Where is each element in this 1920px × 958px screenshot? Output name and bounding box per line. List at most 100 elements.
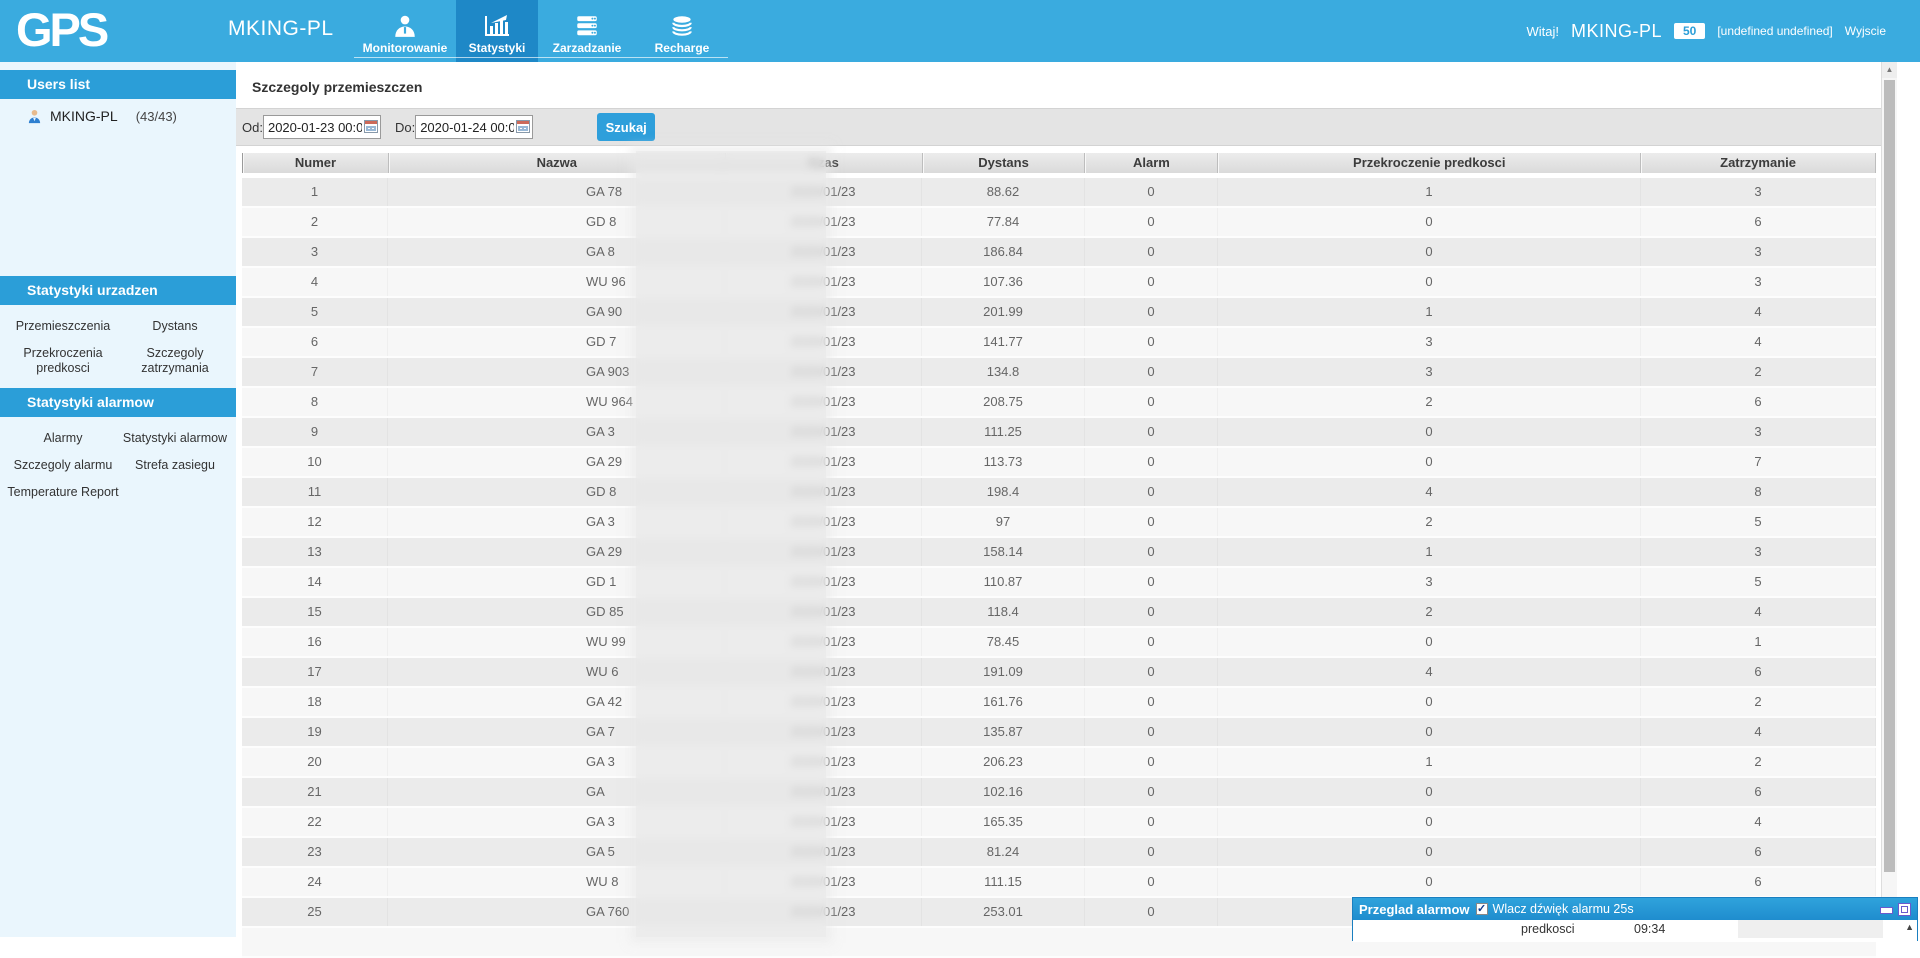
cell-dystans: 78.45 [922, 628, 1085, 656]
device-stats-links: PrzemieszczeniaDystansPrzekroczenia pred… [0, 305, 236, 386]
table-row[interactable]: 9GA 32020/01/23111.25003 [242, 418, 1876, 448]
sidebar-link-przemieszczenia[interactable]: Przemieszczenia [6, 319, 120, 334]
table-row[interactable]: 23GA 52020/01/2381.24006 [242, 838, 1876, 868]
cell-przekroczenie: 2 [1218, 508, 1641, 536]
vertical-scrollbar[interactable]: ▲ [1881, 62, 1897, 937]
calendar-icon[interactable] [364, 120, 378, 133]
search-button[interactable]: Szukaj [597, 113, 655, 141]
minimize-icon[interactable] [1880, 907, 1893, 914]
table-row[interactable]: 16WU 992020/01/2378.45001 [242, 628, 1876, 658]
cell-numer: 5 [242, 298, 388, 326]
cell-przekroczenie: 2 [1218, 388, 1641, 416]
table-row[interactable]: 21GA2020/01/23102.16006 [242, 778, 1876, 808]
cell-przekroczenie: 0 [1218, 448, 1641, 476]
sidebar-link-szczegoly-zatrzymania[interactable]: Szczegoly zatrzymania [120, 346, 230, 376]
count-badge[interactable]: 50 [1674, 23, 1705, 39]
table-row[interactable]: 15GD 852020/01/23118.4024 [242, 598, 1876, 628]
cell-alarm: 0 [1085, 778, 1218, 806]
popup-scroll-up-arrow[interactable]: ▲ [1905, 922, 1914, 932]
cell-alarm: 0 [1085, 598, 1218, 626]
tab-monitorowanie[interactable]: Monitorowanie [354, 0, 456, 62]
cell-dystans: 253.01 [922, 898, 1085, 926]
table-row[interactable]: 7GA 9032020/01/23134.8032 [242, 358, 1876, 388]
sidebar-link-strefa-zasiegu[interactable]: Strefa zasiegu [120, 458, 230, 473]
filter-toolbar: Od: Do: Szukaj [236, 108, 1920, 146]
sidebar-link-statystyki-alarmow[interactable]: Statystyki alarmow [120, 431, 230, 446]
cell-przekroczenie: 0 [1218, 628, 1641, 656]
tab-statystyki[interactable]: Statystyki [456, 0, 538, 62]
col-alarm[interactable]: Alarm [1085, 153, 1218, 173]
privacy-blur-overlay [636, 151, 826, 937]
cell-przekroczenie: 0 [1218, 718, 1641, 746]
top-header: GPS MKING-PL Monitorowanie Statystyki Za… [0, 0, 1920, 62]
cell-numer: 21 [242, 778, 388, 806]
table-row[interactable]: 1GA 782020/01/2388.62013 [242, 178, 1876, 208]
table-row[interactable]: 6GD 72020/01/23141.77034 [242, 328, 1876, 358]
table-row[interactable]: 24WU 82020/01/23111.15006 [242, 868, 1876, 898]
cell-alarm: 0 [1085, 298, 1218, 326]
tab-zarzadzanie[interactable]: Zarzadzanie [538, 0, 636, 62]
logout-link[interactable]: Wyjscie [1845, 24, 1886, 38]
alarm-sound-checkbox[interactable]: ✓ [1476, 903, 1488, 915]
tab-recharge[interactable]: Recharge [636, 0, 728, 62]
table-row[interactable]: 17WU 62020/01/23191.09046 [242, 658, 1876, 688]
cell-alarm: 0 [1085, 568, 1218, 596]
cell-zatrzymanie: 6 [1641, 658, 1876, 686]
table-row[interactable]: 18GA 422020/01/23161.76002 [242, 688, 1876, 718]
cell-zatrzymanie: 3 [1641, 418, 1876, 446]
cell-zatrzymanie: 2 [1641, 748, 1876, 776]
cell-przekroczenie: 0 [1218, 808, 1641, 836]
table-row[interactable]: 13GA 292020/01/23158.14013 [242, 538, 1876, 568]
sidebar-link-szczegoly-alarmu[interactable]: Szczegoly alarmu [6, 458, 120, 473]
tab-label: Zarzadzanie [553, 42, 622, 55]
cell-zatrzymanie: 5 [1641, 508, 1876, 536]
sidebar-link-dystans[interactable]: Dystans [120, 319, 230, 334]
cell-zatrzymanie: 4 [1641, 598, 1876, 626]
table-row[interactable]: 2GD 82020/01/2377.84006 [242, 208, 1876, 238]
table-row[interactable]: 3GA 82020/01/23186.84003 [242, 238, 1876, 268]
table-row[interactable]: 8WU 9642020/01/23208.75026 [242, 388, 1876, 418]
scrollbar-thumb[interactable] [1884, 80, 1895, 872]
sidebar-user-mking-pl[interactable]: MKING-PL (43/43) [0, 99, 236, 124]
col-zatrzymanie[interactable]: Zatrzymanie [1641, 153, 1876, 173]
cell-przekroczenie: 1 [1218, 748, 1641, 776]
cell-zatrzymanie: 2 [1641, 358, 1876, 386]
cell-przekroczenie: 0 [1218, 868, 1641, 896]
server-icon [574, 10, 600, 42]
cell-zatrzymanie: 3 [1641, 268, 1876, 296]
users-list-header: Users list [0, 70, 236, 99]
cell-dystans: 158.14 [922, 538, 1085, 566]
cell-numer: 12 [242, 508, 388, 536]
cell-przekroczenie: 0 [1218, 418, 1641, 446]
alarm-time: 09:34 [1634, 920, 1665, 938]
table-row[interactable]: 20GA 32020/01/23206.23012 [242, 748, 1876, 778]
col-numer[interactable]: Numer [243, 153, 389, 173]
sidebar-link-temperature-report[interactable]: Temperature Report [6, 485, 120, 500]
scroll-up-arrow[interactable]: ▲ [1882, 62, 1897, 78]
page-title: Szczegoly przemieszczen [236, 62, 1920, 108]
calendar-icon[interactable] [516, 120, 530, 133]
cell-przekroczenie: 2 [1218, 598, 1641, 626]
table-row[interactable]: 4WU 962020/01/23107.36003 [242, 268, 1876, 298]
cell-alarm: 0 [1085, 478, 1218, 506]
table-row[interactable]: 11GD 82020/01/23198.4048 [242, 478, 1876, 508]
cell-numer: 7 [242, 358, 388, 386]
sidebar-link-przekroczenia-predkosci[interactable]: Przekroczenia predkosci [6, 346, 120, 376]
table-row[interactable]: 5GA 902020/01/23201.99014 [242, 298, 1876, 328]
alarm-popup-titlebar[interactable]: Przeglad alarmow ✓ Wlacz dźwięk alarmu 2… [1353, 898, 1917, 920]
gps-logo: GPS [16, 2, 106, 57]
cell-dystans: 77.84 [922, 208, 1085, 236]
cell-zatrzymanie: 3 [1641, 538, 1876, 566]
maximize-icon[interactable] [1898, 903, 1911, 916]
table-row[interactable]: 19GA 72020/01/23135.87004 [242, 718, 1876, 748]
cell-alarm: 0 [1085, 538, 1218, 566]
table-row[interactable]: 14GD 12020/01/23110.87035 [242, 568, 1876, 598]
cell-zatrzymanie: 3 [1641, 178, 1876, 206]
cell-zatrzymanie: 5 [1641, 568, 1876, 596]
table-row[interactable]: 12GA 32020/01/2397025 [242, 508, 1876, 538]
table-row[interactable]: 10GA 292020/01/23113.73007 [242, 448, 1876, 478]
col-przekroczenie-predkosci[interactable]: Przekroczenie predkosci [1218, 153, 1641, 173]
col-dystans[interactable]: Dystans [923, 153, 1086, 173]
table-row[interactable]: 22GA 32020/01/23165.35004 [242, 808, 1876, 838]
sidebar-link-alarmy[interactable]: Alarmy [6, 431, 120, 446]
